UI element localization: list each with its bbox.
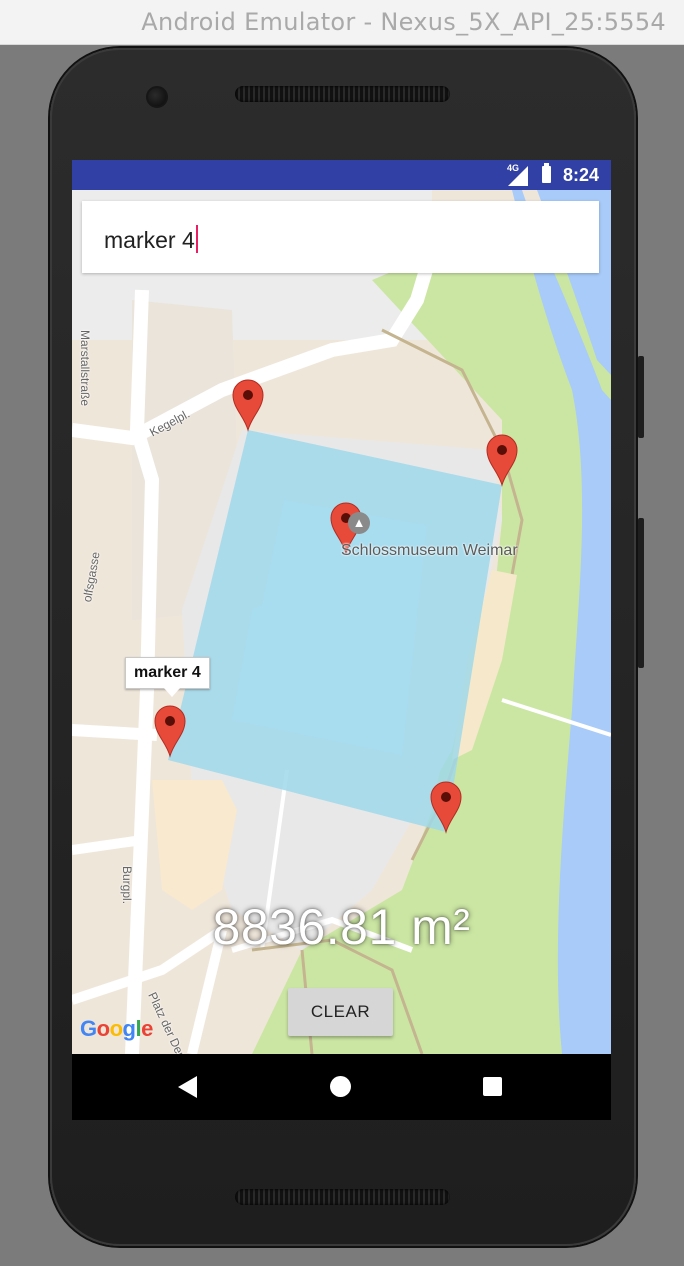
recents-icon[interactable]	[483, 1077, 502, 1096]
top-speaker	[235, 86, 450, 102]
power-button[interactable]	[638, 356, 644, 438]
home-icon[interactable]	[330, 1076, 351, 1097]
museum-icon[interactable]: ▲	[348, 512, 370, 534]
clock: 8:24	[562, 165, 599, 185]
network-type: 4G	[507, 163, 520, 173]
google-logo: Google	[80, 1016, 153, 1041]
text-cursor	[195, 225, 198, 253]
area-readout: 8836.81 m²	[212, 899, 471, 955]
device-screen: 4G 8:24 Marstallstraße Kegelpl. Burgpl. …	[72, 160, 611, 1120]
marker-info-window[interactable]: marker 4	[125, 657, 210, 697]
volume-button[interactable]	[638, 518, 644, 668]
status-bar: 4G 8:24	[72, 160, 611, 190]
bottom-speaker	[235, 1189, 450, 1205]
emulator-title-bar: Android Emulator - Nexus_5X_API_25:5554	[0, 0, 684, 45]
back-icon[interactable]	[178, 1076, 197, 1098]
poi-label[interactable]: Schlossmuseum Weimar	[341, 542, 518, 560]
battery-icon	[542, 163, 551, 183]
map-view[interactable]: Marstallstraße Kegelpl. Burgpl. Platz de…	[72, 190, 611, 1054]
clear-button[interactable]: CLEAR	[288, 988, 393, 1036]
marker-name-value[interactable]: marker 4	[104, 225, 198, 254]
marker-name-input[interactable]: marker 4	[82, 201, 599, 273]
window-title: Android Emulator - Nexus_5X_API_25:5554	[141, 8, 666, 36]
front-camera	[146, 86, 168, 108]
street-label: Marstallstraße	[78, 330, 92, 407]
navigation-bar	[72, 1054, 611, 1120]
